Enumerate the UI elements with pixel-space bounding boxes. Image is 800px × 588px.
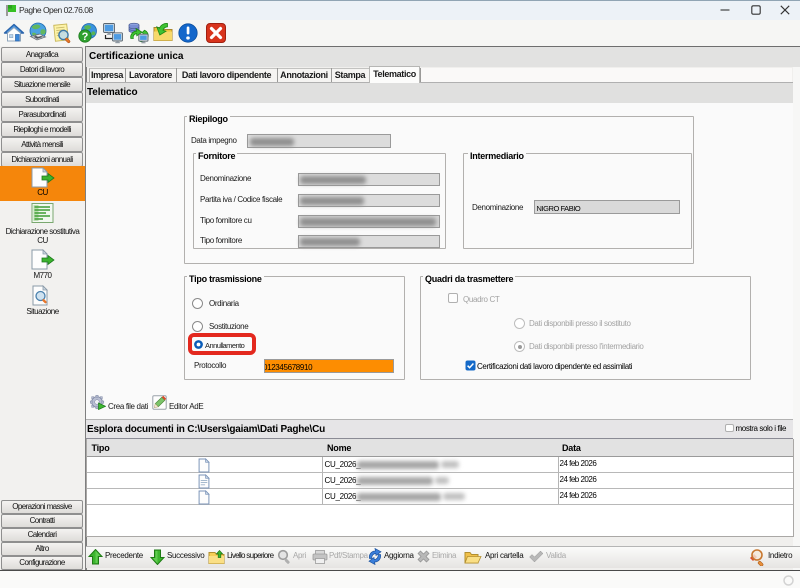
svg-text:?: ? — [82, 31, 89, 43]
